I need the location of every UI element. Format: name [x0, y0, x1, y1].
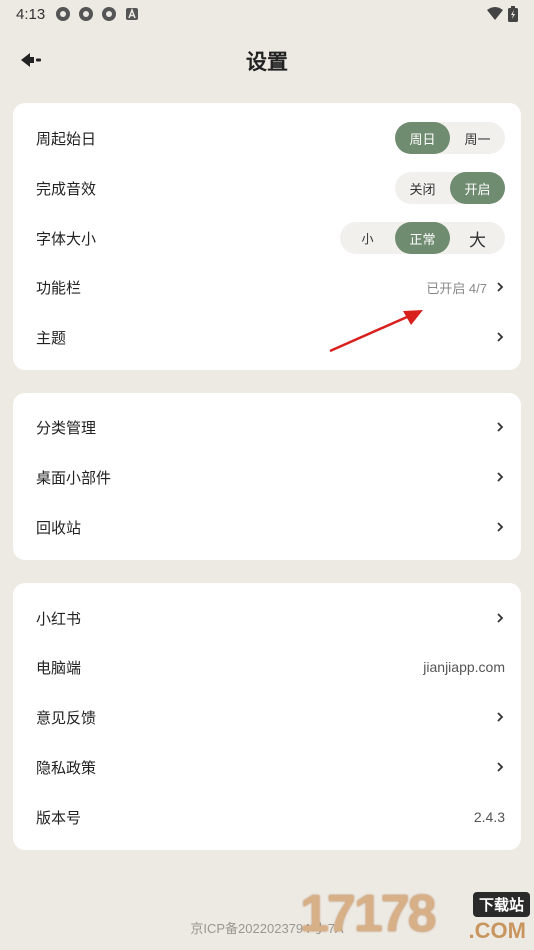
widget-row[interactable]: 桌面小部件: [13, 452, 521, 502]
settings-card-preferences: 周起始日 周日 周一 完成音效 关闭 开启 字体大小 小 正常 大 功能栏 已开…: [13, 103, 521, 370]
site-watermark: 17178 下载站 .COM: [300, 884, 530, 950]
watermark-digits: 17178: [300, 885, 437, 943]
font-size-label: 字体大小: [36, 229, 97, 248]
privacy-label: 隐私政策: [36, 758, 97, 777]
toolbar-status: 已开启 4/7: [426, 280, 487, 296]
feedback-row[interactable]: 意见反馈: [13, 692, 521, 742]
chevron-right-icon: [497, 282, 504, 292]
category-row[interactable]: 分类管理: [13, 402, 521, 452]
settings-card-about: 小红书 电脑端 jianjiapp.com 意见反馈 隐私政策 版本号 2.4.…: [13, 583, 521, 850]
toolbar-label: 功能栏: [36, 278, 82, 297]
settings-card-management: 分类管理 桌面小部件 回收站: [13, 393, 521, 560]
sound-on-option[interactable]: 开启: [450, 172, 505, 204]
watermark-domain: .COM: [468, 918, 526, 943]
trash-label: 回收站: [36, 518, 82, 537]
font-size-normal-option[interactable]: 正常: [395, 222, 450, 254]
week-start-label: 周起始日: [36, 129, 97, 148]
font-size-small-option[interactable]: 小: [340, 222, 395, 254]
page-title: 设置: [246, 50, 288, 74]
accessibility-icon: [126, 7, 139, 20]
chevron-right-icon: [497, 613, 504, 623]
week-start-toggle: 周日 周一: [395, 122, 505, 154]
chevron-right-icon: [497, 422, 504, 432]
trash-row[interactable]: 回收站: [13, 502, 521, 552]
feedback-label: 意见反馈: [36, 708, 97, 727]
font-size-large-option[interactable]: 大: [450, 222, 505, 254]
header: 设置: [0, 36, 534, 84]
week-start-monday-option[interactable]: 周一: [450, 122, 505, 154]
battery-icon: [508, 6, 518, 22]
theme-label: 主题: [36, 328, 67, 347]
wifi-icon: [487, 7, 503, 20]
version-value: 2.4.3: [473, 809, 505, 825]
font-size-row: 字体大小 小 正常 大: [13, 213, 521, 263]
sound-label: 完成音效: [36, 179, 97, 198]
week-start-sunday-option[interactable]: 周日: [395, 122, 450, 154]
status-indicators: [486, 6, 518, 22]
desktop-row[interactable]: 电脑端 jianjiapp.com: [13, 642, 521, 692]
annotation-arrow: [329, 310, 423, 353]
version-label: 版本号: [36, 808, 82, 827]
sound-toggle: 关闭 开启: [395, 172, 505, 204]
toolbar-row[interactable]: 功能栏 已开启 4/7: [13, 262, 521, 312]
desktop-url[interactable]: jianjiapp.com: [423, 659, 505, 675]
xiaohongshu-label: 小红书: [36, 609, 82, 628]
chevron-right-icon: [497, 522, 504, 532]
app-notification-icon: [79, 7, 94, 21]
chevron-right-icon: [497, 712, 504, 722]
watermark-tag: 下载站: [472, 892, 530, 917]
sound-off-option[interactable]: 关闭: [395, 172, 450, 204]
chevron-right-icon: [497, 332, 504, 342]
widget-label: 桌面小部件: [36, 468, 112, 487]
status-time: 4:13: [16, 5, 46, 23]
sound-row: 完成音效 关闭 开启: [13, 163, 521, 213]
privacy-row[interactable]: 隐私政策: [13, 742, 521, 792]
version-row: 版本号 2.4.3: [13, 792, 521, 842]
category-label: 分类管理: [36, 418, 97, 437]
chevron-right-icon: [497, 762, 504, 772]
chevron-right-icon: [497, 472, 504, 482]
theme-row[interactable]: 主题: [13, 312, 521, 362]
font-size-toggle: 小 正常 大: [340, 222, 505, 254]
app-notification-icon: [56, 7, 71, 21]
app-notification-icon: [102, 7, 117, 21]
status-bar: 4:13: [0, 0, 534, 28]
desktop-label: 电脑端: [36, 658, 82, 677]
xiaohongshu-row[interactable]: 小红书: [13, 593, 521, 643]
week-start-row: 周起始日 周日 周一: [13, 113, 521, 163]
